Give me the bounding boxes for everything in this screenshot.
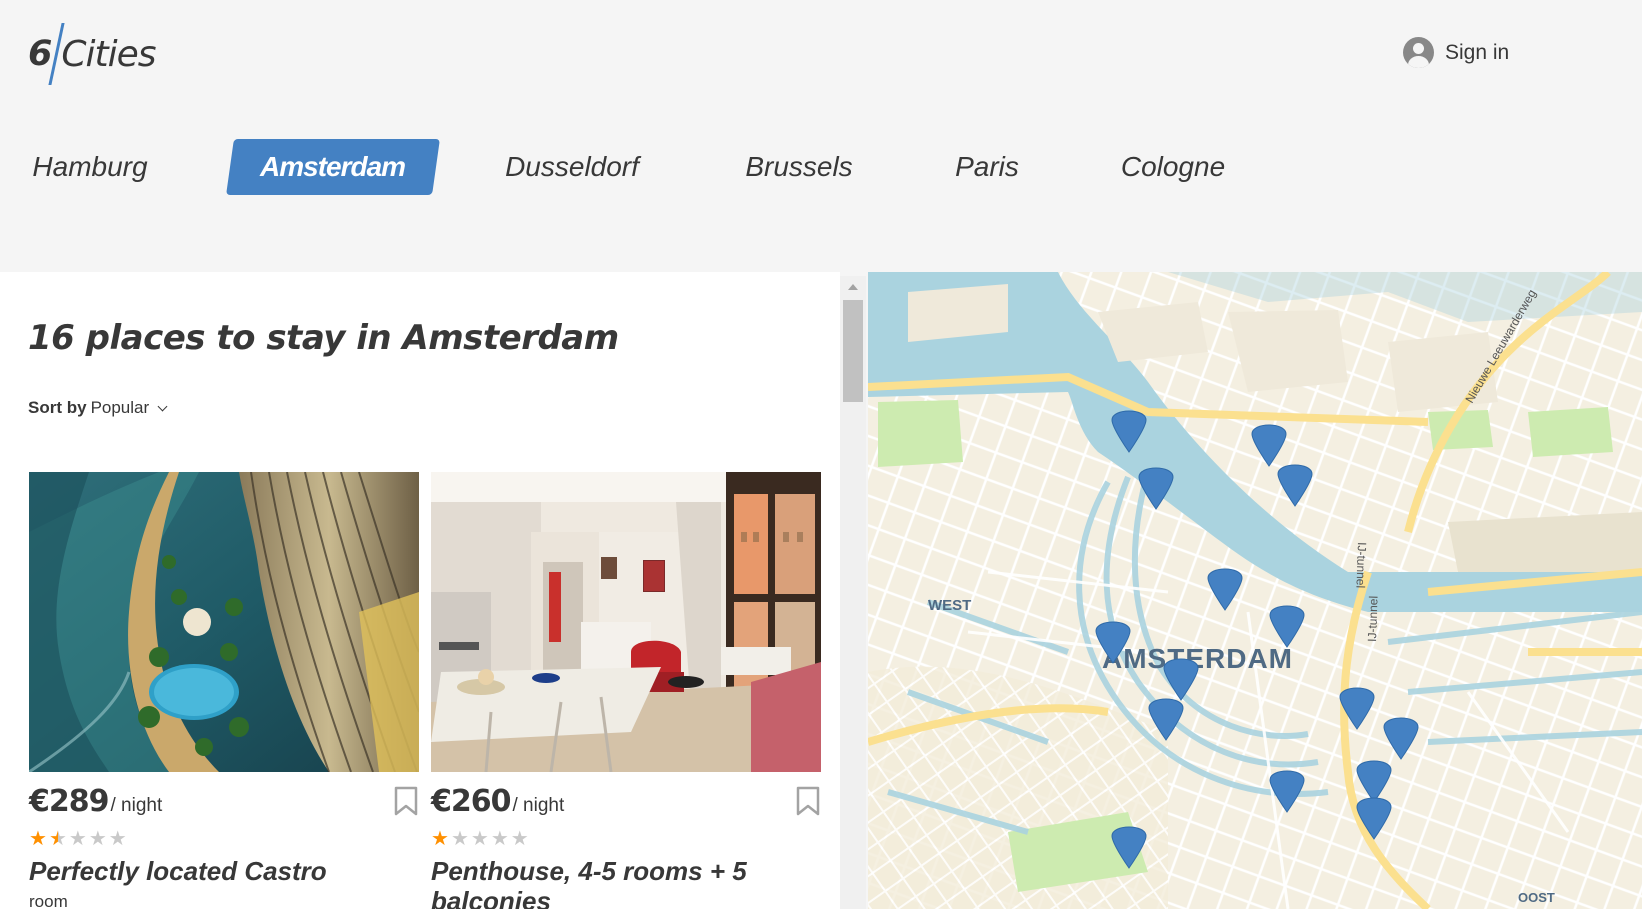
tab-amsterdam-label: Amsterdam xyxy=(260,151,406,182)
logo-number: 6 xyxy=(28,34,53,74)
price-row: €260 / night xyxy=(431,784,821,819)
star-half-icon: ★ xyxy=(48,826,67,850)
tab-hamburg[interactable]: Hamburg xyxy=(28,139,152,195)
offer-price: €260 xyxy=(431,784,511,819)
tab-paris[interactable]: Paris xyxy=(954,139,1020,195)
offer-image-apartment[interactable] xyxy=(431,472,821,772)
tab-brussels[interactable]: Brussels xyxy=(742,139,856,195)
sign-in-label: Sign in xyxy=(1445,40,1510,64)
tab-cologne[interactable]: Cologne xyxy=(1118,139,1228,195)
bookmark-icon[interactable] xyxy=(393,786,419,816)
logo[interactable]: 6 Cities xyxy=(28,23,157,85)
tab-dusseldorf[interactable]: Dusseldorf xyxy=(502,139,642,195)
header: 6 Cities Sign in xyxy=(0,0,1642,112)
price-per-night: / night xyxy=(110,795,163,816)
map-label-west: WEST xyxy=(928,597,971,614)
offer-card[interactable]: €289 / night ★ ★ ★ ★ ★ Perfectly located… xyxy=(29,472,419,909)
sort-value[interactable]: Popular xyxy=(91,398,150,418)
price-per-night: / night xyxy=(512,795,565,816)
offer-name[interactable]: Perfectly located Castro xyxy=(29,856,419,886)
star-empty-icon: ★ xyxy=(450,826,469,850)
tab-amsterdam[interactable]: Amsterdam xyxy=(226,139,440,195)
sort-control[interactable]: Sort by Popular xyxy=(28,398,168,418)
rating-stars: ★ ★ ★ ★ ★ xyxy=(431,828,529,848)
star-empty-icon: ★ xyxy=(68,826,87,850)
bookmark-icon[interactable] xyxy=(795,786,821,816)
star-empty-icon: ★ xyxy=(510,826,529,850)
sort-label: Sort by xyxy=(28,398,87,417)
logo-text: Cities xyxy=(61,33,156,75)
sign-in-link[interactable]: Sign in xyxy=(1403,37,1509,68)
star-icon: ★ xyxy=(29,826,47,850)
chevron-down-icon xyxy=(157,401,168,412)
map-label-tunnel: IJ-tunnel xyxy=(1353,542,1369,588)
star-empty-icon: ★ xyxy=(490,826,509,850)
offer-type: room xyxy=(29,892,68,909)
offer-price: €289 xyxy=(29,784,109,819)
offer-name[interactable]: Penthouse, 4-5 rooms + 5 balconies xyxy=(431,856,821,909)
list-scrollbar[interactable] xyxy=(840,276,866,909)
star-icon: ★ xyxy=(431,826,449,850)
map-label-oost: OOST xyxy=(1518,890,1555,905)
scroll-thumb[interactable] xyxy=(843,300,863,402)
star-empty-icon: ★ xyxy=(108,826,127,850)
star-empty-icon: ★ xyxy=(88,826,107,850)
star-empty-icon: ★ xyxy=(470,826,489,850)
offers-list: 16 places to stay in Amsterdam Sort by P… xyxy=(0,272,840,909)
offer-card[interactable]: €260 / night ★ ★ ★ ★ ★ Penthouse, 4-5 ro… xyxy=(431,472,821,909)
price-row: €289 / night xyxy=(29,784,419,819)
avatar-icon xyxy=(1403,37,1434,68)
offer-image-hotel[interactable] xyxy=(29,472,419,772)
city-map[interactable]: WEST AMSTERDAM OOST IJ-tunnel IJ-tunnel … xyxy=(868,272,1642,909)
scroll-up-arrow-icon[interactable] xyxy=(848,284,858,290)
city-tabs: Hamburg Amsterdam Dusseldorf Brussels Pa… xyxy=(0,137,1642,197)
map-label-tunnel: IJ-tunnel xyxy=(1365,596,1381,642)
rating-stars: ★ ★ ★ ★ ★ xyxy=(29,828,127,848)
places-title: 16 places to stay in Amsterdam xyxy=(28,318,619,358)
